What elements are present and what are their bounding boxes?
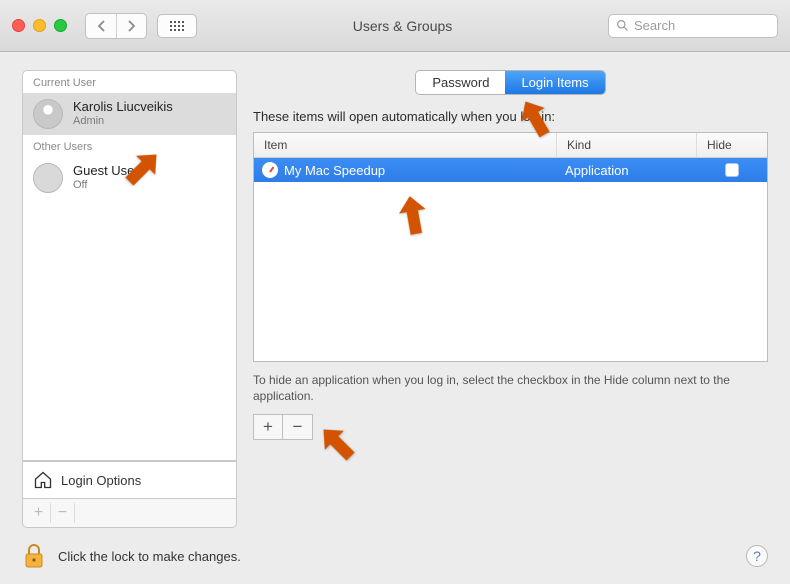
user-role: Admin (73, 115, 173, 128)
section-other-users: Other Users (23, 135, 236, 157)
window-controls (12, 19, 67, 32)
guest-user-row[interactable]: Guest User Off (23, 157, 236, 199)
help-button[interactable]: ? (746, 545, 768, 567)
hide-checkbox[interactable] (725, 163, 739, 177)
lock-bar: Click the lock to make changes. ? (0, 528, 790, 584)
grid-icon (170, 21, 184, 31)
login-options-button[interactable]: Login Options (22, 461, 237, 499)
table-header: Item Kind Hide (254, 133, 767, 158)
hint-text: To hide an application when you log in, … (253, 372, 768, 404)
nav-back-forward (85, 13, 147, 39)
window-title: Users & Groups (207, 18, 598, 34)
item-label: My Mac Speedup (284, 163, 385, 178)
lock-text: Click the lock to make changes. (58, 549, 734, 564)
back-button[interactable] (86, 14, 116, 38)
minimize-window-button[interactable] (33, 19, 46, 32)
search-icon (616, 19, 629, 32)
user-list: Current User Karolis Liucveikis Admin Ot… (22, 70, 237, 461)
forward-button[interactable] (116, 14, 146, 38)
sidebar: Current User Karolis Liucveikis Admin Ot… (22, 70, 237, 528)
login-options-label: Login Options (61, 473, 141, 488)
current-user-row[interactable]: Karolis Liucveikis Admin (23, 93, 236, 135)
toolbar: Users & Groups Search (0, 0, 790, 52)
section-current-user: Current User (23, 71, 236, 93)
remove-user-button[interactable]: − (51, 503, 75, 523)
add-user-button[interactable]: + (27, 503, 51, 523)
main-panel: Password Login Items These items will op… (253, 70, 768, 528)
app-icon (262, 162, 278, 178)
avatar (33, 99, 63, 129)
home-icon (33, 470, 53, 490)
lead-text: These items will open automatically when… (253, 109, 768, 124)
login-items-table: Item Kind Hide My Mac Speedup Applicatio… (253, 132, 768, 362)
tab-group: Password Login Items (415, 70, 605, 95)
search-input[interactable]: Search (608, 14, 778, 38)
table-footer: + − (253, 414, 768, 440)
close-window-button[interactable] (12, 19, 25, 32)
item-kind: Application (557, 163, 697, 178)
lock-icon[interactable] (22, 542, 46, 570)
show-all-button[interactable] (157, 14, 197, 38)
user-name: Karolis Liucveikis (73, 100, 173, 115)
avatar-guest (33, 163, 63, 193)
col-item[interactable]: Item (254, 133, 557, 157)
guest-status: Off (73, 179, 139, 192)
tab-login-items[interactable]: Login Items (505, 71, 604, 94)
tab-password[interactable]: Password (416, 71, 505, 94)
col-kind[interactable]: Kind (557, 133, 697, 157)
zoom-window-button[interactable] (54, 19, 67, 32)
guest-name: Guest User (73, 164, 139, 179)
add-item-button[interactable]: + (253, 414, 283, 440)
search-placeholder: Search (634, 18, 675, 33)
table-row[interactable]: My Mac Speedup Application (254, 158, 767, 182)
sidebar-footer: + − (22, 499, 237, 528)
remove-item-button[interactable]: − (283, 414, 313, 440)
col-hide[interactable]: Hide (697, 133, 767, 157)
